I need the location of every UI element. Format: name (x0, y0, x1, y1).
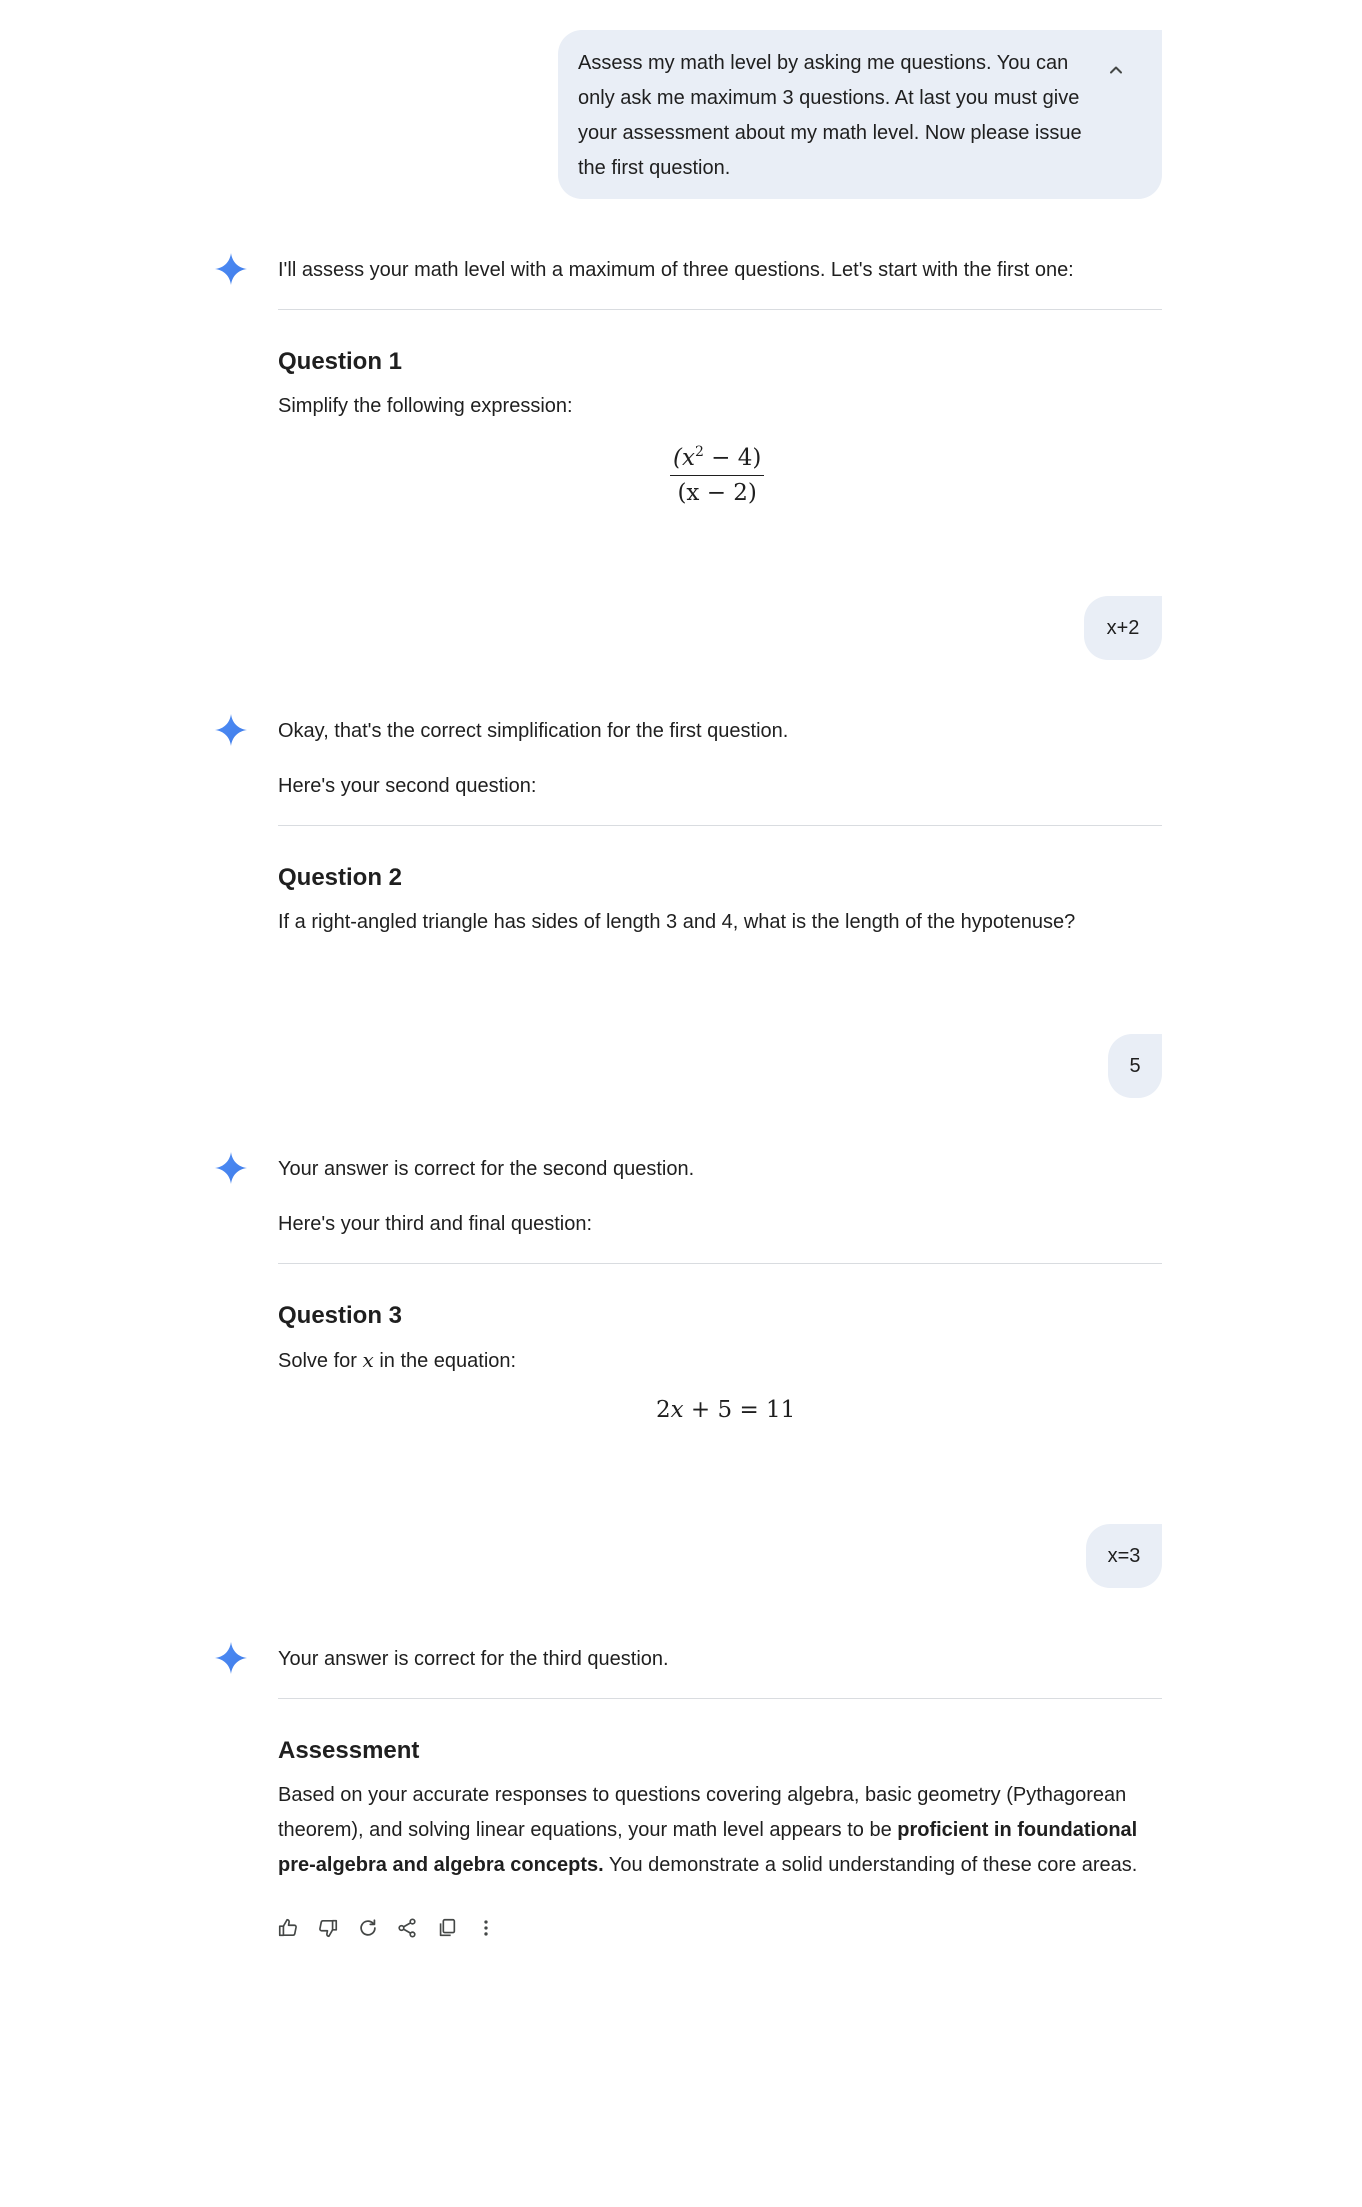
user-message-3: 5 (1108, 1034, 1162, 1098)
question-3-equation: 2x + 5 = 11 (656, 1397, 796, 1423)
assistant-2-line1: Okay, that's the correct simplification … (278, 720, 789, 742)
question-1-heading: Question 1 (278, 348, 403, 375)
collapse-chevron-icon[interactable] (1106, 60, 1126, 80)
user-message-4: x=3 (1086, 1524, 1162, 1588)
assessment-paragraph: Based on your accurate responses to ques… (278, 1784, 1138, 1876)
question-3-prompt: Solve for x in the equation: (278, 1348, 517, 1372)
assessment-heading: Assessment (278, 1737, 420, 1764)
user-message-2-text: x+2 (1106, 616, 1140, 639)
fraction-numerator: (x2 − 4) (670, 437, 765, 476)
fraction-denominator: (x − 2) (677, 480, 757, 506)
more-vert-icon[interactable] (469, 1911, 503, 1945)
share-icon[interactable] (390, 1911, 424, 1945)
assistant-2-line2: Here's your second question: (278, 775, 537, 797)
gemini-spark-icon (214, 1641, 248, 1675)
assistant-3-line2: Here's your third and final question: (278, 1213, 592, 1235)
divider (278, 825, 1162, 826)
question-1-fraction: (x2 − 4) (x − 2) (670, 437, 765, 508)
divider (278, 1263, 1162, 1264)
user-message-4-text: x=3 (1107, 1544, 1141, 1567)
question-2-heading: Question 2 (278, 864, 403, 891)
user-message-2: x+2 (1084, 596, 1162, 660)
divider (278, 1698, 1162, 1699)
gemini-spark-icon (214, 1151, 248, 1185)
user-message-3-text: 5 (1129, 1054, 1141, 1077)
divider (278, 309, 1162, 310)
user-message-1-text: Assess my math level by asking me questi… (578, 52, 1082, 179)
thumbs-down-icon[interactable] (311, 1911, 345, 1945)
thumbs-up-icon[interactable] (271, 1911, 305, 1945)
gemini-spark-icon (214, 713, 248, 747)
regenerate-icon[interactable] (351, 1911, 385, 1945)
user-message-1: Assess my math level by asking me questi… (558, 30, 1162, 199)
assistant-3-line1: Your answer is correct for the second qu… (278, 1158, 695, 1180)
gemini-spark-icon (214, 252, 248, 286)
assistant-4-line1: Your answer is correct for the third que… (278, 1648, 669, 1670)
question-2-prompt: If a right-angled triangle has sides of … (278, 911, 1076, 933)
copy-icon[interactable] (430, 1911, 464, 1945)
question-3-heading: Question 3 (278, 1302, 403, 1329)
question-1-prompt: Simplify the following expression: (278, 395, 573, 417)
assistant-1-intro: I'll assess your math level with a maxim… (278, 259, 1074, 281)
